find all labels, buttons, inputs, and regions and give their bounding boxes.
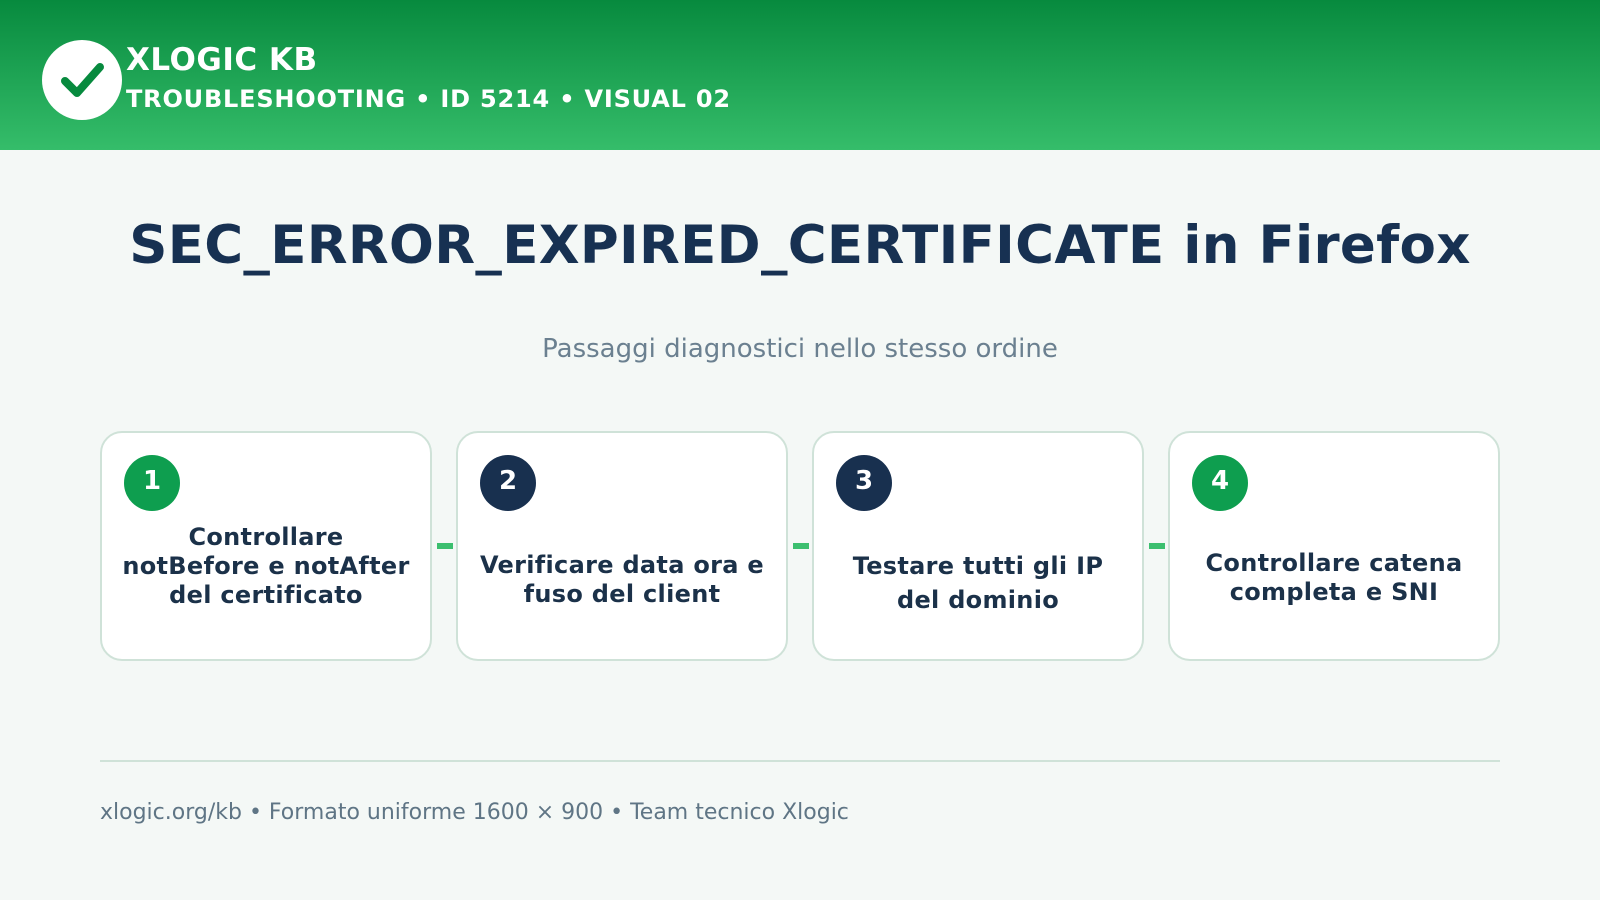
step-number-badge: 3 bbox=[836, 455, 892, 511]
step-card-2: 2 Verificare data ora e fuso del client bbox=[456, 431, 788, 661]
footer-divider bbox=[100, 760, 1500, 762]
step-number-badge: 4 bbox=[1192, 455, 1248, 511]
step-card-3: 3 Testare tutti gli IP del dominio bbox=[812, 431, 1144, 661]
step-number-badge: 2 bbox=[480, 455, 536, 511]
step-text: Controllare notBefore e notAfter del cer… bbox=[122, 523, 410, 609]
step-connector bbox=[437, 543, 453, 549]
step-number-badge: 1 bbox=[124, 455, 180, 511]
header-subtitle: TROUBLESHOOTING • ID 5214 • VISUAL 02 bbox=[126, 85, 731, 113]
step-connector bbox=[1149, 543, 1165, 549]
check-circle-icon bbox=[42, 40, 122, 120]
step-text: Testare tutti gli IP del dominio bbox=[852, 552, 1104, 614]
page-subtitle: Passaggi diagnostici nello stesso ordine bbox=[542, 334, 1058, 364]
step-card-4: 4 Controllare catena completa e SNI bbox=[1168, 431, 1500, 661]
step-card-1: 1 Controllare notBefore e notAfter del c… bbox=[100, 431, 432, 661]
step-text: Controllare catena completa e SNI bbox=[1205, 549, 1463, 606]
step-connector bbox=[793, 543, 809, 549]
step-text: Verificare data ora e fuso del client bbox=[479, 551, 764, 608]
page-title: SEC_ERROR_EXPIRED_CERTIFICATE in Firefox bbox=[129, 215, 1471, 276]
header-banner: XLOGIC KB TROUBLESHOOTING • ID 5214 • VI… bbox=[0, 0, 1600, 150]
brand-name: XLOGIC KB bbox=[126, 42, 318, 78]
footer-text: xlogic.org/kb • Formato uniforme 1600 × … bbox=[100, 800, 849, 825]
